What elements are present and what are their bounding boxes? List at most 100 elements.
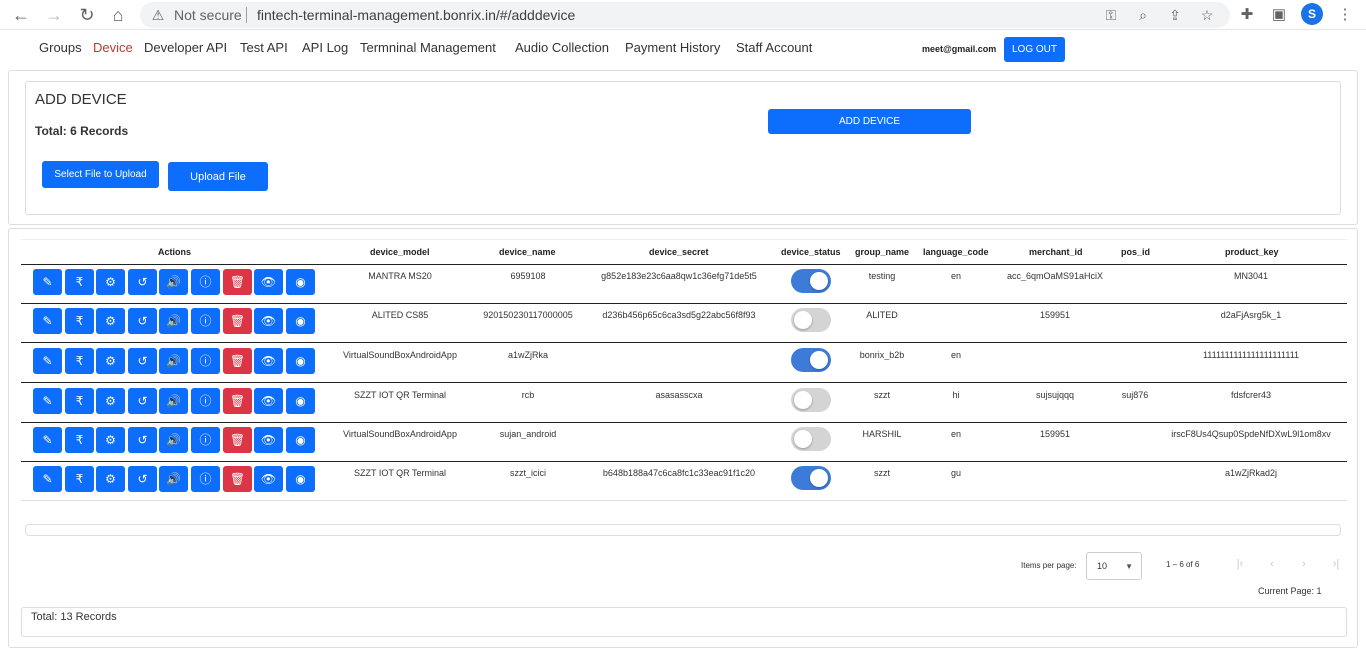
view-action-button[interactable]: 👁 [254,269,283,295]
history-action-button[interactable]: ↺ [128,348,157,374]
toggle-knob [810,351,828,369]
edit-action-button[interactable]: ✎ [33,466,62,492]
device-status-toggle[interactable] [791,466,831,490]
nav-test-api[interactable]: Test API [240,40,288,55]
delete-action-button[interactable]: 🗑 [223,466,252,492]
history-action-button[interactable]: ↺ [128,466,157,492]
select-file-button[interactable]: Select File to Upload [42,161,159,188]
volume-action-button[interactable]: 🔊 [159,308,188,334]
extensions-icon[interactable]: ✚ [1236,4,1258,26]
settings-action-button[interactable]: ⚙ [96,308,125,334]
history-action-button[interactable]: ↺ [128,269,157,295]
sidepanel-icon[interactable]: ▣ [1268,4,1290,26]
volume-action-button[interactable]: 🔊 [159,269,188,295]
toggle-knob [794,391,812,409]
volume-action-button[interactable]: 🔊 [159,348,188,374]
delete-icon: 🗑 [229,354,246,368]
edit-action-button[interactable]: ✎ [33,427,62,453]
info-action-button[interactable]: ⓘ [191,348,220,374]
nav-payment-history[interactable]: Payment History [625,40,720,55]
last-page-icon[interactable]: ›| [1329,557,1343,571]
nav-groups[interactable]: Groups [39,40,82,55]
menu-dots-icon[interactable]: ⋮ [1334,4,1356,26]
home-icon[interactable]: ⌂ [106,3,130,27]
view-action-button[interactable]: 👁 [254,348,283,374]
settings-action-button[interactable]: ⚙ [96,269,125,295]
settings-action-button[interactable]: ⚙ [96,427,125,453]
forward-icon[interactable]: → [42,3,66,27]
rupee-icon: ₹ [75,394,84,408]
items-per-page-label: Items per page: [1021,561,1077,570]
delete-action-button[interactable]: 🗑 [223,427,252,453]
device-status-toggle[interactable] [791,427,831,451]
rupee-action-button[interactable]: ₹ [65,269,94,295]
info-action-button[interactable]: ⓘ [191,269,220,295]
rupee-action-button[interactable]: ₹ [65,466,94,492]
view-action-button[interactable]: 👁 [254,427,283,453]
nav-audio-collection[interactable]: Audio Collection [515,40,609,55]
nav-staff-account[interactable]: Staff Account [736,40,812,55]
history-action-button[interactable]: ↺ [128,388,157,414]
history-action-button[interactable]: ↺ [128,308,157,334]
back-icon[interactable]: ← [9,3,33,27]
info-action-button[interactable]: ⓘ [191,308,220,334]
settings-action-button[interactable]: ⚙ [96,348,125,374]
view-icon: 👁 [260,354,277,368]
delete-action-button[interactable]: 🗑 [223,308,252,334]
device-status-toggle[interactable] [791,308,831,332]
address-bar[interactable]: ⚠ Not secure fintech-terminal-management… [140,2,1230,28]
delete-action-button[interactable]: 🗑 [223,269,252,295]
nav-terminal-management[interactable]: Termninal Management [360,40,496,55]
edit-action-button[interactable]: ✎ [33,388,62,414]
view-action-button[interactable]: 👁 [254,308,283,334]
info-action-button[interactable]: ⓘ [191,427,220,453]
view-action-button[interactable]: 👁 [254,466,283,492]
edit-action-button[interactable]: ✎ [33,269,62,295]
profile-avatar[interactable]: S [1301,3,1323,25]
view-action-button[interactable]: 👁 [254,388,283,414]
settings-action-button[interactable]: ⚙ [96,388,125,414]
not-secure-label[interactable]: Not secure [174,7,242,23]
rupee-action-button[interactable]: ₹ [65,308,94,334]
edit-icon: ✎ [42,394,53,408]
edit-action-button[interactable]: ✎ [33,348,62,374]
rupee-action-button[interactable]: ₹ [65,348,94,374]
rupee-action-button[interactable]: ₹ [65,388,94,414]
device-status-toggle[interactable] [791,348,831,372]
delete-action-button[interactable]: 🗑 [223,388,252,414]
info-action-button[interactable]: ⓘ [191,388,220,414]
warning-icon[interactable]: ⚠ [150,7,166,23]
delete-icon: 🗑 [229,275,246,289]
nav-device[interactable]: Device [93,40,133,55]
bookmark-star-icon[interactable]: ☆ [1198,6,1216,24]
reload-icon[interactable]: ↻ [75,3,99,27]
history-action-button[interactable]: ↺ [128,427,157,453]
nav-api-log[interactable]: API Log [302,40,348,55]
col-device-secret: device_secret [649,247,709,257]
volume-action-button[interactable]: 🔊 [159,466,188,492]
device-status-toggle[interactable] [791,269,831,293]
col-merchant-id: merchant_id [1029,247,1083,257]
share-icon[interactable]: ⇪ [1166,6,1184,24]
nav-developer-api[interactable]: Developer API [144,40,227,55]
horizontal-scrollbar[interactable] [25,524,1341,536]
delete-action-button[interactable]: 🗑 [223,348,252,374]
next-page-icon[interactable]: › [1297,557,1311,571]
prev-page-icon[interactable]: ‹ [1265,557,1279,571]
info-action-button[interactable]: ⓘ [191,466,220,492]
zoom-icon[interactable]: ⌕ [1134,6,1152,24]
settings-action-button[interactable]: ⚙ [96,466,125,492]
rupee-action-button[interactable]: ₹ [65,427,94,453]
key-icon[interactable]: ⚿ [1102,6,1120,24]
device-status-toggle[interactable] [791,388,831,412]
edit-action-button[interactable]: ✎ [33,308,62,334]
cell-device-name: sujan_android [499,429,557,439]
add-device-button[interactable]: ADD DEVICE [768,109,971,134]
volume-action-button[interactable]: 🔊 [159,427,188,453]
volume-action-button[interactable]: 🔊 [159,388,188,414]
upload-file-button[interactable]: Upload File [168,162,268,191]
first-page-icon[interactable]: |‹ [1233,557,1247,571]
url-text[interactable]: fintech-terminal-management.bonrix.in/#/… [257,7,575,23]
items-per-page-select[interactable]: 10 ▼ [1086,552,1142,580]
logout-button[interactable]: LOG OUT [1004,37,1065,62]
